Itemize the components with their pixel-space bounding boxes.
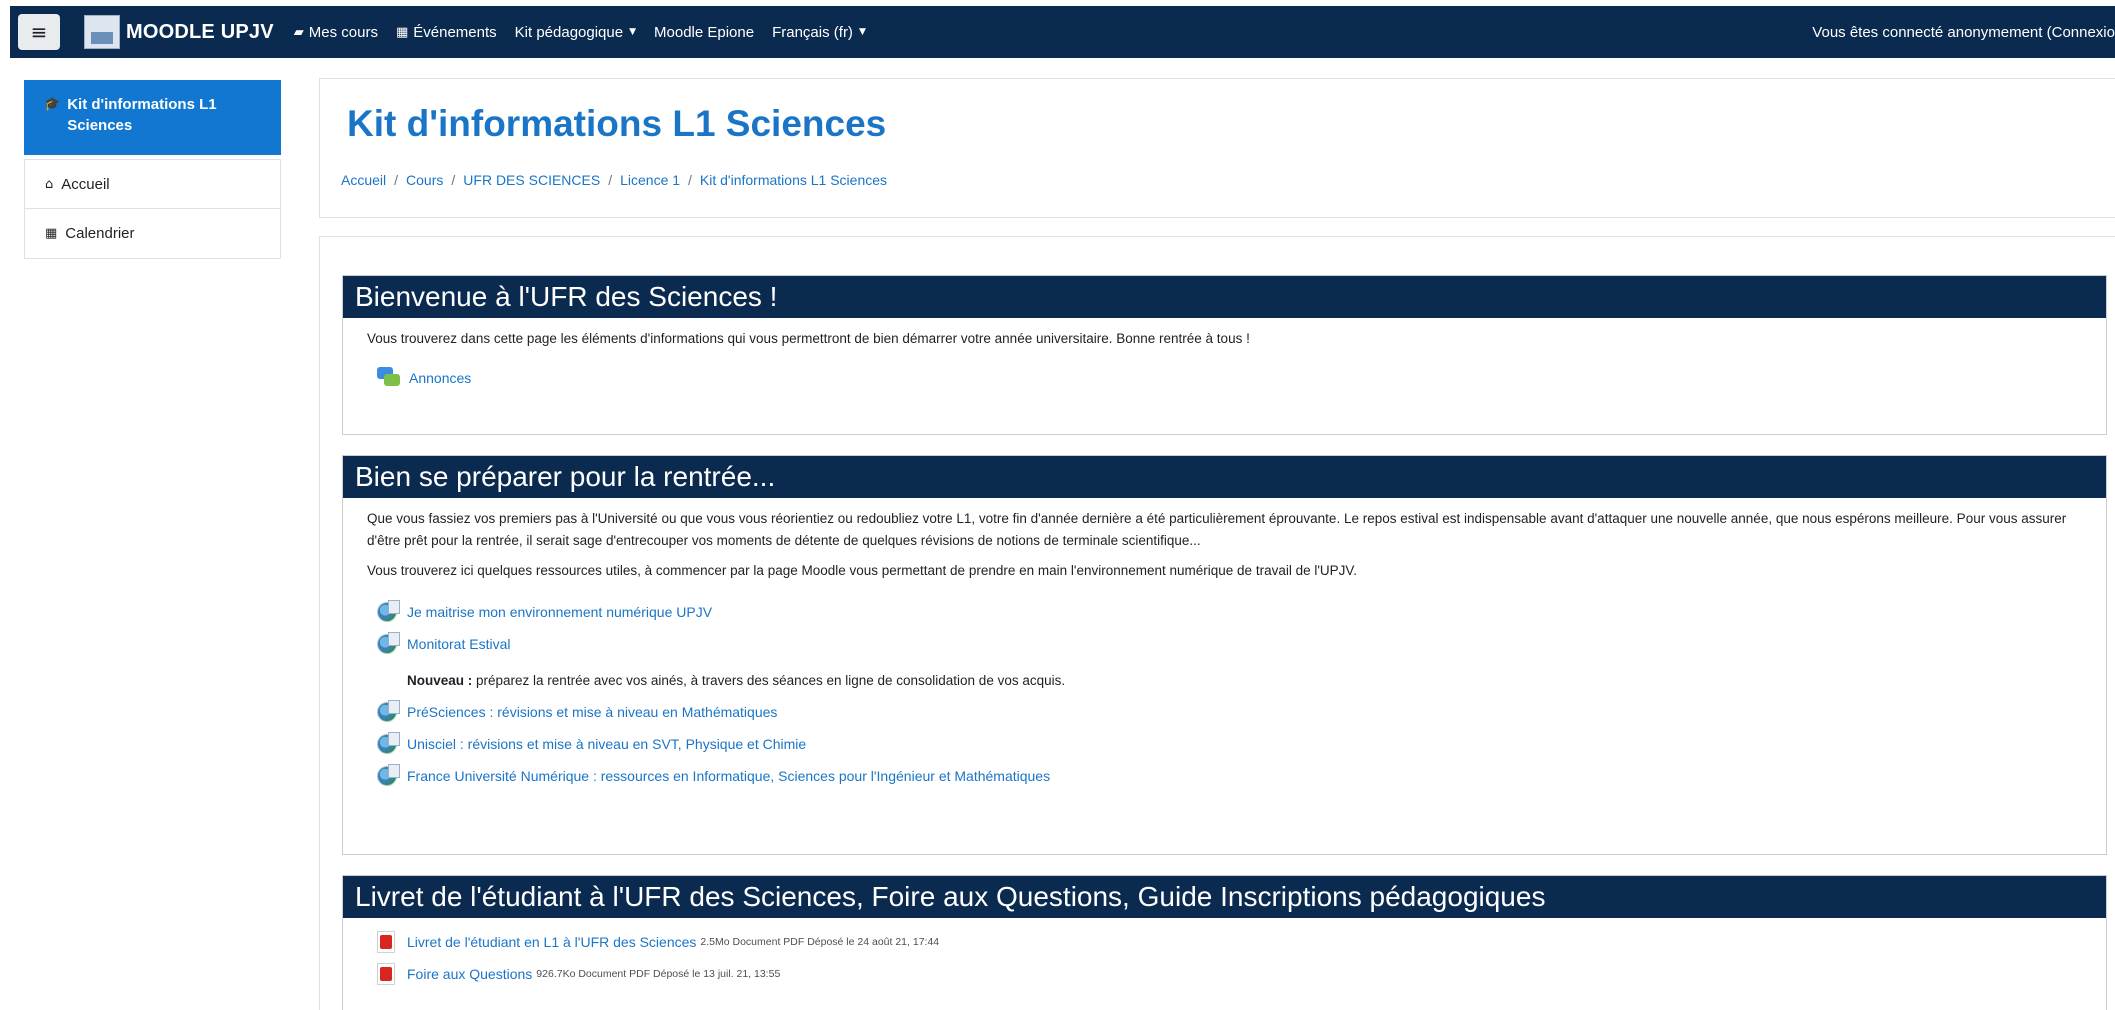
section-summary: Vous trouverez dans cette page les éléme… — [367, 331, 1250, 346]
activity-link[interactable]: France Université Numérique : ressources… — [407, 765, 1050, 787]
breadcrumb-item[interactable]: Cours — [406, 172, 443, 188]
hamburger-icon[interactable]: ≡ — [18, 14, 60, 50]
section-title: Bien se préparer pour la rentrée... — [343, 456, 2106, 498]
page-header: Kit d'informations L1 Sciences Accueil /… — [319, 78, 2115, 218]
nav-kit-pedagogique[interactable]: Kit pédagogique ▼ — [515, 24, 636, 41]
breadcrumb-item[interactable]: Licence 1 — [620, 172, 680, 188]
url-globe-icon — [377, 700, 400, 722]
brand-text: MOODLE UPJV — [126, 20, 274, 43]
graduation-cap-icon: 🎓 — [44, 97, 61, 112]
sidebar-item-label: Calendrier — [65, 225, 135, 242]
sidebar-item-calendrier[interactable]: ▦ Calendrier — [24, 209, 281, 259]
nouveau-label: Nouveau : — [407, 673, 473, 688]
caret-down-icon: ▼ — [629, 27, 637, 37]
nav-language[interactable]: Français (fr) ▼ — [772, 24, 866, 41]
file-resource[interactable]: Livret de l'étudiant en L1 à l'UFR des S… — [367, 926, 2082, 958]
page-title: Kit d'informations L1 Sciences — [347, 103, 887, 144]
upjv-logo — [84, 15, 120, 49]
course-content: Bienvenue à l'UFR des Sciences ! Vous tr… — [319, 236, 2115, 1010]
breadcrumb-separator: / — [688, 172, 692, 188]
dashboard-icon: ▰ — [293, 24, 304, 40]
url-resource[interactable]: France Université Numérique : ressources… — [367, 760, 2082, 792]
breadcrumb-item[interactable]: UFR DES SCIENCES — [463, 172, 600, 188]
file-meta: 926.7Ko Document PDF Déposé le 13 juil. … — [536, 968, 781, 980]
sidebar-item-label: Kit d'informations L1 Sciences — [67, 96, 217, 134]
activity-link[interactable]: Monitorat Estival — [407, 633, 510, 655]
nav-label: Français (fr) — [772, 23, 853, 41]
sidebar-item-accueil[interactable]: ⌂ Accueil — [24, 159, 281, 209]
activity-link[interactable]: Unisciel : révisions et mise à niveau en… — [407, 733, 806, 755]
nav-evenements[interactable]: ▦ Événements — [396, 24, 497, 41]
activity-link[interactable]: Je maitrise mon environnement numérique … — [407, 601, 712, 623]
sidebar-item-course[interactable]: 🎓 Kit d'informations L1 Sciences — [24, 80, 281, 155]
url-globe-icon — [377, 764, 400, 786]
breadcrumb-separator: / — [608, 172, 613, 188]
calendar-icon: ▦ — [45, 226, 58, 241]
pdf-icon — [377, 931, 395, 953]
breadcrumb-item[interactable]: Kit d'informations L1 Sciences — [700, 172, 887, 188]
nouveau-text: préparez la rentrée avec vos ainés, à tr… — [472, 673, 1066, 688]
course-section: Bienvenue à l'UFR des Sciences ! Vous tr… — [342, 275, 2107, 435]
nav-label: Kit pédagogique — [514, 23, 624, 41]
caret-down-icon: ▼ — [858, 27, 866, 37]
nav-label: Moodle Epione — [654, 23, 755, 41]
login-status[interactable]: Vous êtes connecté anonymement (Connexio — [1812, 24, 2115, 41]
activity-link[interactable]: Foire aux Questions — [407, 963, 532, 985]
top-navbar: ≡ MOODLE UPJV ▰ Mes cours ▦ Événements K… — [10, 6, 2115, 58]
breadcrumb-item[interactable]: Accueil — [341, 172, 386, 188]
activity-link[interactable]: Annonces — [409, 367, 471, 389]
home-icon: ⌂ — [45, 176, 54, 192]
nav-moodle-epione[interactable]: Moodle Epione — [654, 24, 754, 41]
url-globe-icon — [377, 600, 400, 622]
nav-label: Événements — [413, 23, 497, 41]
url-resource[interactable]: Unisciel : révisions et mise à niveau en… — [367, 728, 2082, 760]
url-globe-icon — [377, 632, 400, 654]
activity-link[interactable]: Livret de l'étudiant en L1 à l'UFR des S… — [407, 931, 696, 953]
section-title: Bienvenue à l'UFR des Sciences ! — [343, 276, 2106, 318]
pdf-icon — [377, 963, 395, 985]
brand[interactable]: MOODLE UPJV — [84, 15, 274, 49]
activity-link[interactable]: PréSciences : révisions et mise à niveau… — [407, 701, 777, 723]
activity-annonces[interactable]: Annonces — [367, 362, 2082, 394]
breadcrumb: Accueil / Cours / UFR DES SCIENCES / Lic… — [341, 172, 887, 188]
url-resource[interactable]: PréSciences : révisions et mise à niveau… — [367, 696, 2082, 728]
section-title: Livret de l'étudiant à l'UFR des Science… — [343, 876, 2106, 918]
file-resource[interactable]: Foire aux Questions 926.7Ko Document PDF… — [367, 958, 2082, 990]
sidebar-item-label: Accueil — [61, 175, 110, 193]
section-summary: Vous trouverez ici quelques ressources u… — [367, 563, 1357, 578]
file-meta: 2.5Mo Document PDF Déposé le 24 août 21,… — [700, 936, 940, 948]
nav-mes-cours[interactable]: ▰ Mes cours — [294, 24, 378, 41]
course-section: Livret de l'étudiant à l'UFR des Science… — [342, 875, 2107, 1010]
course-section: Bien se préparer pour la rentrée... Que … — [342, 455, 2107, 855]
section-summary: Que vous fassiez vos premiers pas à l'Un… — [367, 511, 2067, 548]
url-globe-icon — [377, 732, 400, 754]
forum-icon — [377, 367, 401, 389]
url-resource[interactable]: Je maitrise mon environnement numérique … — [367, 596, 2082, 628]
nav-menu: ▰ Mes cours ▦ Événements Kit pédagogique… — [294, 24, 884, 41]
breadcrumb-separator: / — [451, 172, 456, 188]
calendar-icon: ▦ — [395, 24, 409, 40]
nouveau-note: Nouveau : préparez la rentrée avec vos a… — [407, 670, 2082, 692]
course-sidebar: 🎓 Kit d'informations L1 Sciences ⌂ Accue… — [24, 80, 281, 259]
nav-label: Mes cours — [308, 23, 378, 41]
url-resource[interactable]: Monitorat Estival — [367, 628, 2082, 660]
breadcrumb-separator: / — [394, 172, 399, 188]
